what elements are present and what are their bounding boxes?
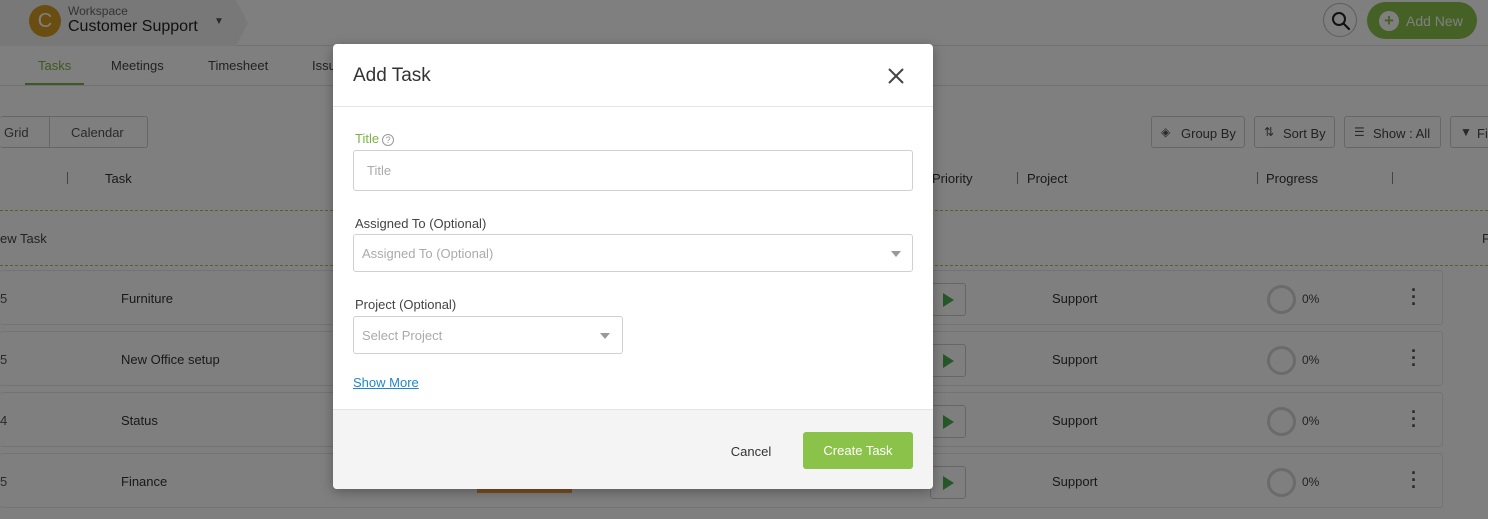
title-field-label: Title? [355,131,395,146]
cancel-button[interactable]: Cancel [716,433,786,469]
title-label-text: Title [355,131,380,146]
project-placeholder: Select Project [362,328,443,343]
dialog-title: Add Task [353,65,431,86]
help-icon[interactable]: ? [382,134,395,146]
dialog-header: Add Task [333,44,933,107]
close-button[interactable] [885,65,907,87]
close-icon [888,68,904,84]
show-more-link[interactable]: Show More [353,375,419,390]
assigned-to-select[interactable]: Assigned To (Optional) [353,234,913,272]
chevron-down-icon [891,251,901,257]
project-select[interactable]: Select Project [353,316,623,354]
assigned-to-placeholder: Assigned To (Optional) [362,246,494,261]
dialog-footer: Cancel Create Task [333,409,933,489]
assigned-to-label: Assigned To (Optional) [355,216,487,231]
chevron-down-icon [600,333,610,339]
add-task-dialog: Add Task Title? Assigned To (Optional) A… [333,44,933,489]
app-root: C Workspace Customer Support ▼ + Add New… [0,0,1488,519]
project-label: Project (Optional) [355,297,457,312]
create-task-button[interactable]: Create Task [803,432,913,469]
title-input[interactable] [353,150,913,191]
